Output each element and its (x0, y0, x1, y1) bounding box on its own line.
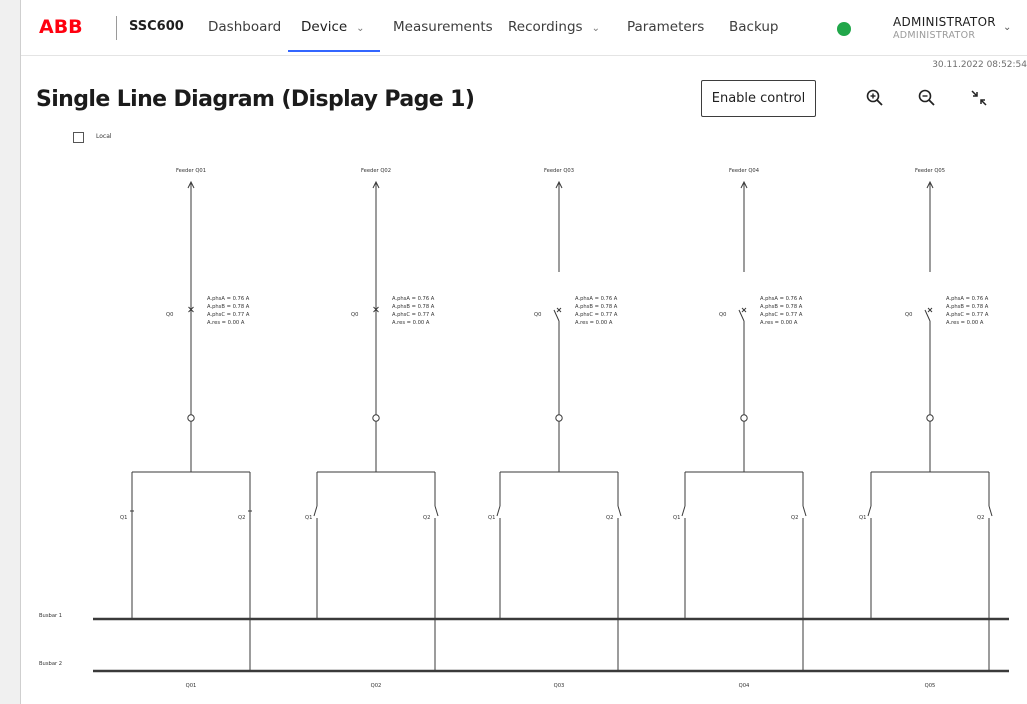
current-transformer-icon (187, 414, 195, 422)
nav-recordings[interactable]: Recordings ⌄ (508, 19, 600, 35)
disconnector-blade (988, 505, 993, 517)
chevron-down-icon[interactable]: ⌄ (1003, 22, 1011, 33)
feeder-label: Feeder Q04 (729, 168, 760, 174)
feeder-label: Feeder Q03 (544, 168, 574, 174)
bay-label: Q05 (925, 683, 936, 689)
current-transformer-icon (926, 414, 934, 422)
product-name: SSC600 (129, 19, 184, 34)
disconnector-label: Q1 (488, 515, 495, 521)
measurement-value: A.phsC = 0.77 A (575, 312, 618, 318)
breaker-blade (924, 309, 931, 322)
bay-label: Q03 (554, 683, 565, 689)
enable-control-button[interactable]: Enable control (701, 80, 816, 117)
bay-label: Q04 (739, 683, 750, 689)
nav-parameters[interactable]: Parameters (627, 19, 704, 35)
measurement-value: A.phsA = 0.76 A (207, 296, 250, 302)
breaker-blade (553, 309, 560, 322)
nav-parameters-label: Parameters (627, 19, 705, 35)
measurement-value: A.phsB = 0.78 A (207, 304, 250, 310)
chevron-down-icon: ⌄ (591, 23, 600, 34)
connection-status-indicator (837, 22, 851, 36)
measurement-value: A.res = 0.00 A (575, 320, 613, 326)
disconnector-label: Q2 (791, 515, 798, 521)
measurement-value: A.phsC = 0.77 A (207, 312, 250, 318)
top-navigation-bar: ABB SSC600 Dashboard Device ⌄ Measurement… (21, 0, 1027, 56)
disconnector-label: Q2 (606, 515, 613, 521)
single-line-diagram: Busbar 1 Busbar 2 Feeder Q01 Q0 A.phsA = 0.7… (39, 168, 1009, 689)
disconnector-label: Q1 (673, 515, 680, 521)
fit-to-screen-icon[interactable] (968, 87, 990, 109)
disconnector-blade (617, 505, 622, 517)
measurement-value: A.res = 0.00 A (760, 320, 798, 326)
measurement-value: A.phsB = 0.78 A (575, 304, 618, 310)
bay-label: Q02 (371, 683, 382, 689)
page-title: Single Line Diagram (Display Page 1) (36, 87, 475, 112)
breaker-label: Q0 (351, 312, 358, 318)
measurement-value: A.res = 0.00 A (207, 320, 245, 326)
nav-backup-label: Backup (729, 19, 779, 35)
measurement-value: A.phsB = 0.78 A (760, 304, 803, 310)
local-checkbox-label: Local (96, 133, 112, 140)
measurement-value: A.res = 0.00 A (946, 320, 984, 326)
zoom-out-icon[interactable] (916, 87, 938, 109)
busbar-2-label: Busbar 2 (39, 661, 62, 667)
measurement-value: A.res = 0.00 A (392, 320, 430, 326)
disconnector-label: Q2 (238, 515, 245, 521)
nav-measurements-label: Measurements (393, 19, 493, 35)
bay-label: Q01 (186, 683, 197, 689)
measurement-value: A.phsA = 0.76 A (946, 296, 989, 302)
disconnector-label: Q1 (120, 515, 127, 521)
disconnector-blade (313, 505, 318, 517)
disconnector-label: Q2 (977, 515, 984, 521)
disconnector-blade (496, 505, 501, 517)
breaker-label: Q0 (719, 312, 726, 318)
disconnector-blade (802, 505, 807, 517)
nav-backup[interactable]: Backup (729, 19, 779, 35)
local-checkbox[interactable] (73, 132, 84, 143)
active-tab-indicator (288, 50, 380, 52)
measurement-value: A.phsC = 0.77 A (946, 312, 989, 318)
current-transformer-icon (740, 414, 748, 422)
feeder-label: Feeder Q01 (176, 168, 206, 174)
timestamp: 30.11.2022 08:52:54 (932, 60, 1027, 70)
zoom-in-icon[interactable] (864, 87, 886, 109)
feeder-label: Feeder Q02 (361, 168, 391, 174)
disconnector-blade (867, 505, 872, 517)
nav-device[interactable]: Device ⌄ (301, 19, 365, 35)
app-frame: ABB SSC600 Dashboard Device ⌄ Measurement… (20, 0, 1027, 704)
user-name[interactable]: ADMINISTRATOR (893, 15, 996, 29)
disconnector-label: Q1 (859, 515, 866, 521)
measurement-value: A.phsA = 0.76 A (760, 296, 803, 302)
breaker-blade (738, 309, 745, 322)
disconnector-label: Q1 (305, 515, 312, 521)
disconnector-blade (681, 505, 686, 517)
breaker-label: Q0 (534, 312, 541, 318)
nav-measurements[interactable]: Measurements (393, 19, 493, 35)
user-role: ADMINISTRATOR (893, 30, 976, 41)
nav-dashboard[interactable]: Dashboard (208, 19, 281, 35)
disconnector-label: Q2 (423, 515, 430, 521)
measurement-value: A.phsA = 0.76 A (575, 296, 618, 302)
nav-recordings-label: Recordings (508, 19, 583, 35)
nav-device-label: Device (301, 19, 348, 35)
feeder-label: Feeder Q05 (915, 168, 945, 174)
measurement-value: A.phsA = 0.76 A (392, 296, 435, 302)
measurement-value: A.phsB = 0.78 A (946, 304, 989, 310)
measurement-value: A.phsB = 0.78 A (392, 304, 435, 310)
chevron-down-icon: ⌄ (356, 23, 365, 34)
nav-dashboard-label: Dashboard (208, 19, 282, 35)
disconnector-blade (434, 505, 439, 517)
abb-logo[interactable]: ABB (39, 15, 83, 39)
measurement-value: A.phsC = 0.77 A (392, 312, 435, 318)
breaker-label: Q0 (166, 312, 173, 318)
breaker-label: Q0 (905, 312, 912, 318)
logo-divider (116, 16, 117, 40)
measurement-value: A.phsC = 0.77 A (760, 312, 803, 318)
current-transformer-icon (555, 414, 563, 422)
busbar-1-label: Busbar 1 (39, 613, 62, 619)
current-transformer-icon (372, 414, 380, 422)
